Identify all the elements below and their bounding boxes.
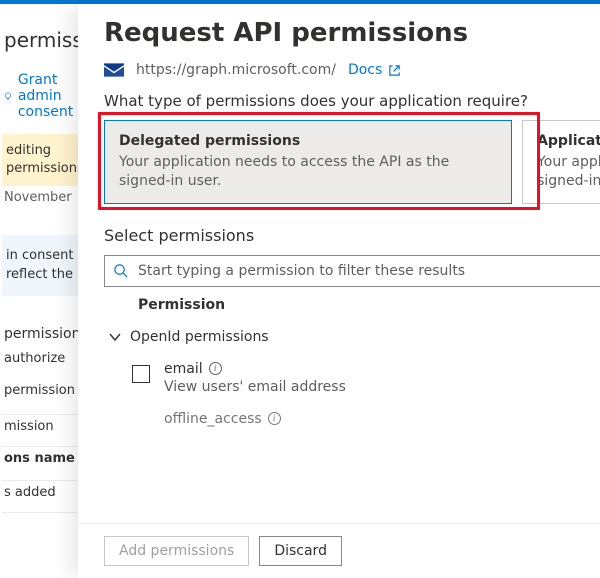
search-icon: [113, 263, 128, 278]
permission-item-offline-access: offline_access i: [104, 405, 600, 427]
permission-type-cards: Delegated permissions Your application n…: [104, 120, 600, 204]
bg-info-banner: in consent reflect the: [2, 235, 90, 295]
bg-separator: [2, 446, 90, 447]
application-card-title: Application: [537, 133, 600, 149]
delegated-permissions-card[interactable]: Delegated permissions Your application n…: [104, 120, 512, 204]
application-card-desc-line1: Your applica: [537, 153, 600, 172]
offline-permission-name: offline_access: [164, 411, 262, 427]
permission-type-question: What type of permissions does your appli…: [104, 92, 600, 110]
delegated-card-title: Delegated permissions: [119, 133, 497, 149]
email-permission-text: email i View users' email address: [164, 361, 346, 395]
discard-button[interactable]: Discard: [259, 536, 342, 566]
bg-separator: [2, 414, 90, 415]
panel-footer: Add permissions Discard: [78, 523, 600, 578]
openid-group-label: OpenId permissions: [130, 329, 269, 345]
email-permission-desc: View users' email address: [164, 379, 346, 395]
info-icon[interactable]: i: [268, 412, 281, 425]
add-permissions-button[interactable]: Add permissions: [104, 536, 249, 566]
docs-link[interactable]: Docs: [348, 62, 401, 78]
bg-warning-text: editing permissions: [6, 143, 84, 176]
permission-item-email: email i View users' email address: [104, 353, 600, 405]
email-permission-checkbox[interactable]: [132, 365, 150, 383]
api-url: https://graph.microsoft.com/: [136, 62, 336, 78]
background-page: permissions Grant admin consent editing …: [0, 4, 90, 578]
bg-warning-banner: editing permissions: [2, 134, 90, 186]
delegated-card-desc: Your application needs to access the API…: [119, 153, 497, 191]
application-permissions-card[interactable]: Application Your applica signed-in us: [522, 120, 600, 204]
application-card-desc-line2: signed-in us: [537, 172, 600, 191]
permission-search-input[interactable]: [136, 262, 600, 280]
bg-separator: [2, 512, 90, 513]
bg-separator: [2, 480, 90, 481]
permission-search[interactable]: [104, 255, 600, 287]
bg-info-line1: in consent: [6, 247, 86, 265]
stage: permissions Grant admin consent editing …: [0, 4, 600, 578]
permission-column-label: Permission: [138, 297, 225, 313]
info-icon[interactable]: i: [209, 362, 222, 375]
openid-permissions-group[interactable]: OpenId permissions: [104, 321, 600, 353]
permission-column-header: Permission: [104, 287, 600, 321]
panel-title: Request API permissions: [104, 18, 600, 48]
offline-permission-name-row: offline_access i: [164, 411, 281, 427]
bg-info-line2: reflect the: [6, 266, 86, 284]
select-permissions-label: Select permissions: [104, 226, 600, 245]
feedback-icon: [4, 88, 12, 104]
external-link-icon: [388, 64, 401, 77]
panel-body: Request API permissions https://graph.mi…: [78, 4, 600, 523]
chevron-down-icon: [108, 330, 122, 344]
email-permission-name: email: [164, 361, 203, 377]
request-api-permissions-panel: Request API permissions https://graph.mi…: [78, 4, 600, 578]
mail-icon: [104, 63, 124, 77]
email-permission-name-row: email i: [164, 361, 346, 377]
api-row: https://graph.microsoft.com/ Docs: [104, 62, 600, 78]
docs-link-label: Docs: [348, 62, 382, 78]
